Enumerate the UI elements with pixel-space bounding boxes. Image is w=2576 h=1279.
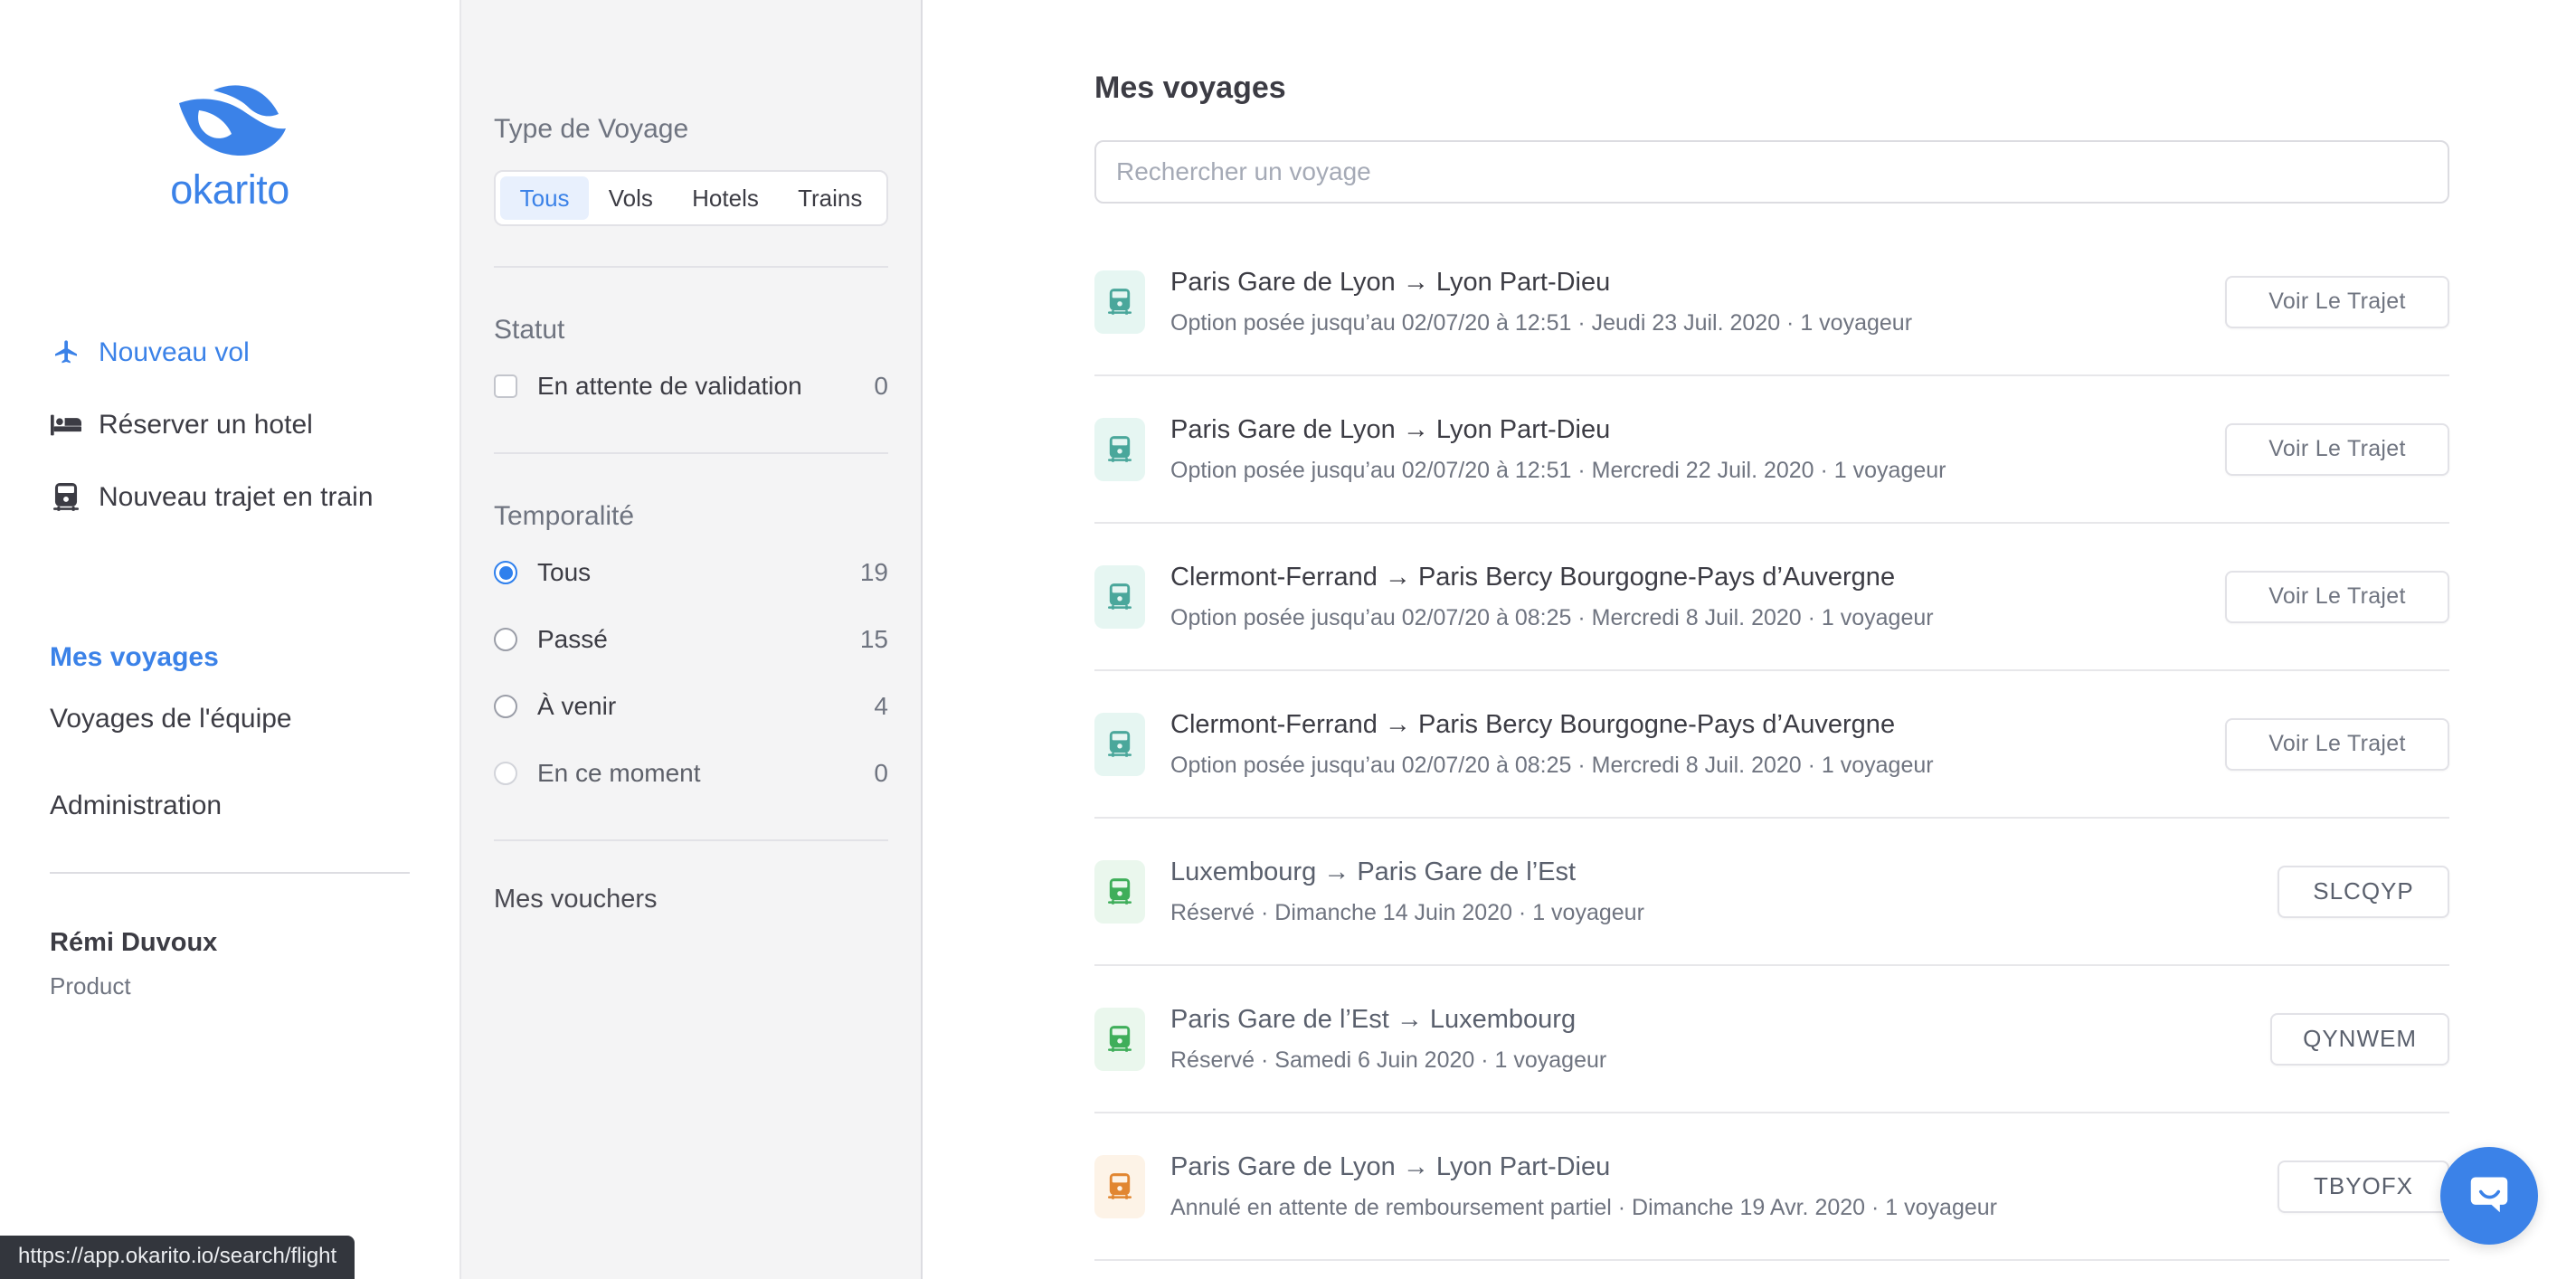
trip-meta: Option posée jusqu’au 02/07/20 à 08:25 ·… [1170,605,2200,631]
temporality-option-label: En ce moment [537,759,874,788]
trip-route: Paris Gare de Lyon → Lyon Part-Dieu [1170,268,2200,298]
logo[interactable]: okarito [50,0,410,213]
view-trip-button[interactable]: Voir Le Trajet [2225,276,2449,328]
airplane-icon [50,337,82,368]
temporality-option-tous[interactable]: Tous 19 [494,546,888,599]
main-content: Mes voyages Paris Gare de Lyon → Lyon Pa… [923,0,2576,1279]
user-role: Product [50,972,410,1000]
trip-type-option-trains[interactable]: Trains [778,176,882,220]
sidebar-item-team-trips[interactable]: Voyages de l'équipe [50,704,410,734]
trip-type-option-vols[interactable]: Vols [589,176,672,220]
sidebar-user[interactable]: Rémi Duvoux Product [50,928,410,1000]
logo-wordmark: okarito [170,166,289,213]
trip-meta: Option posée jusqu’au 02/07/20 à 12:51 ·… [1170,458,2200,484]
trip-meta: Option posée jusqu’au 02/07/20 à 12:51 ·… [1170,310,2200,336]
status-option-count: 0 [874,372,888,401]
temporality-option-count: 4 [874,692,888,721]
trip-route: Paris Gare de Lyon → Lyon Part-Dieu [1170,415,2200,445]
view-trip-button[interactable]: Voir Le Trajet [2225,571,2449,623]
temporality-option-count: 19 [860,558,888,587]
train-icon [1094,565,1145,629]
table-row[interactable]: Luxembourg → Paris Gare de l’Est Réservé… [1094,819,2449,966]
trip-route: Clermont-Ferrand → Paris Bercy Bourgogne… [1170,563,2200,592]
table-row[interactable]: Paris Gare de Lyon → Lyon Part-Dieu Annu… [1094,1113,2449,1261]
trip-meta: Réservé · Samedi 6 Juin 2020 · 1 voyageu… [1170,1047,2245,1074]
view-trip-button[interactable]: Voir Le Trajet [2225,423,2449,476]
table-row[interactable]: Paris Gare de l’Est → Luxembourg Réservé… [1094,966,2449,1113]
sidebar-action-new-flight[interactable]: Nouveau vol [50,331,410,374]
sidebar: okarito Nouveau vol Réserver un [0,0,461,1279]
sidebar-action-book-hotel[interactable]: Réserver un hotel [50,403,410,447]
booking-code-button[interactable]: TBYOFX [2278,1161,2449,1213]
filter-title-status: Statut [494,268,888,346]
temporality-option-count: 0 [874,759,888,788]
checkbox-icon[interactable] [494,374,517,398]
sidebar-divider [50,872,410,874]
filter-title-temporality: Temporalité [494,454,888,532]
train-icon [1094,418,1145,481]
booking-code-button[interactable]: QYNWEM [2270,1013,2449,1066]
radio-icon[interactable] [494,695,517,718]
sidebar-action-label: Nouveau vol [99,337,250,368]
status-bar-url: https://app.okarito.io/search/flight [0,1236,355,1279]
sidebar-action-new-train[interactable]: Nouveau trajet en train [50,476,410,519]
intercom-launcher-button[interactable] [2440,1147,2538,1245]
trip-list: Paris Gare de Lyon → Lyon Part-Dieu Opti… [1094,229,2449,1261]
view-trip-button[interactable]: Voir Le Trajet [2225,718,2449,771]
train-icon [1094,270,1145,334]
table-row[interactable]: Paris Gare de Lyon → Lyon Part-Dieu Opti… [1094,229,2449,376]
trip-route: Paris Gare de Lyon → Lyon Part-Dieu [1170,1152,2252,1182]
trip-type-option-tous[interactable]: Tous [500,176,589,220]
trip-type-segmented-control: Tous Vols Hotels Trains [494,170,888,226]
temporality-option-a-venir[interactable]: À venir 4 [494,680,888,733]
bed-icon [50,410,82,441]
train-icon [1094,860,1145,924]
trip-type-option-hotels[interactable]: Hotels [673,176,779,220]
my-vouchers-link[interactable]: Mes vouchers [494,885,888,914]
radio-icon[interactable] [494,628,517,651]
temporality-option-label: Tous [537,558,860,587]
sidebar-action-label: Nouveau trajet en train [99,482,374,513]
radio-icon[interactable] [494,762,517,785]
trip-route: Clermont-Ferrand → Paris Bercy Bourgogne… [1170,710,2200,740]
search-input[interactable] [1116,157,2428,186]
train-icon [1094,1008,1145,1071]
table-row[interactable]: Clermont-Ferrand → Paris Bercy Bourgogne… [1094,524,2449,671]
trip-meta: Option posée jusqu’au 02/07/20 à 08:25 ·… [1170,753,2200,779]
temporality-option-en-ce-moment[interactable]: En ce moment 0 [494,747,888,800]
status-option-label: En attente de validation [537,372,874,401]
temporality-option-label: Passé [537,625,860,654]
sidebar-action-label: Réserver un hotel [99,410,313,441]
search-trip-box[interactable] [1094,140,2449,204]
booking-code-button[interactable]: SLCQYP [2278,866,2449,918]
trip-meta: Réservé · Dimanche 14 Juin 2020 · 1 voya… [1170,900,2252,926]
train-icon [50,482,82,513]
bird-logo-icon [172,74,288,157]
sidebar-item-my-trips[interactable]: Mes voyages [50,642,410,673]
user-name: Rémi Duvoux [50,928,410,958]
chat-bubble-icon [2465,1170,2514,1223]
status-option-pending-validation[interactable]: En attente de validation 0 [494,360,888,412]
radio-icon[interactable] [494,561,517,584]
trip-route: Paris Gare de l’Est → Luxembourg [1170,1005,2245,1035]
temporality-option-count: 15 [860,625,888,654]
trip-meta: Annulé en attente de remboursement parti… [1170,1195,2252,1221]
filter-panel: Type de Voyage Tous Vols Hotels Trains S… [461,0,923,1279]
page-title: Mes voyages [1094,0,2449,106]
sidebar-quick-actions: Nouveau vol Réserver un hotel [50,331,410,519]
sidebar-item-administration[interactable]: Administration [50,791,410,821]
train-icon [1094,1155,1145,1218]
filter-divider-3 [494,839,888,841]
sidebar-nav: Mes voyages Voyages de l'équipe Administ… [50,642,410,821]
temporality-option-label: À venir [537,692,874,721]
train-icon [1094,713,1145,776]
filter-title-trip-type: Type de Voyage [494,0,888,145]
trip-route: Luxembourg → Paris Gare de l’Est [1170,857,2252,887]
table-row[interactable]: Paris Gare de Lyon → Lyon Part-Dieu Opti… [1094,376,2449,524]
temporality-option-passe[interactable]: Passé 15 [494,613,888,666]
table-row[interactable]: Clermont-Ferrand → Paris Bercy Bourgogne… [1094,671,2449,819]
app-root: okarito Nouveau vol Réserver un [0,0,2576,1279]
